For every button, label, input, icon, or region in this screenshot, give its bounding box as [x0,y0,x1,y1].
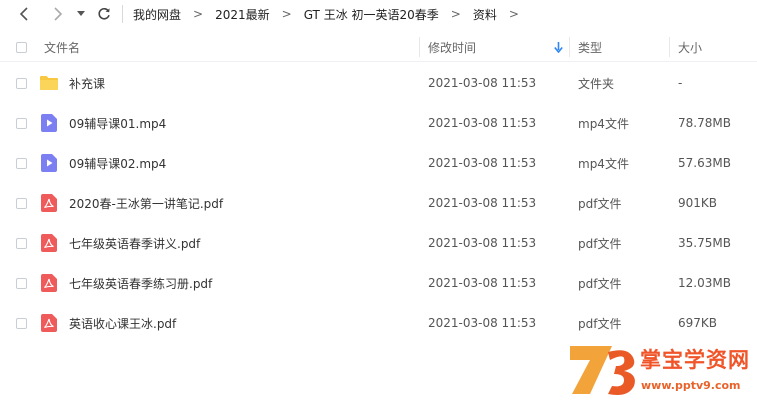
file-modified-time: 2021-03-08 11:53 [428,116,537,130]
breadcrumb-separator-icon: > [193,7,204,21]
caret-down-icon [77,11,85,16]
file-type: pdf文件 [578,196,622,211]
forward-button[interactable] [46,7,70,21]
file-type: mp4文件 [578,156,629,171]
select-all-checkbox[interactable] [16,33,27,61]
sort-descending-icon[interactable] [554,33,563,61]
column-header-modified-time[interactable]: 修改时间 [428,33,476,61]
breadcrumb-separator-icon: > [281,7,292,21]
file-name[interactable]: 09辅导课01.mp4 [69,103,166,143]
breadcrumb: 我的网盘 > 2021最新 > GT 王冰 初一英语20春季 > 资料 > [133,6,531,23]
pdf-file-icon [39,303,59,343]
navigation-bar: 我的网盘 > 2021最新 > GT 王冰 初一英语20春季 > 资料 > [0,0,757,28]
file-modified-time: 2021-03-08 11:53 [428,156,537,170]
file-list-header: 文件名 修改时间 类型 大小 [0,33,757,62]
video-file-icon [39,103,59,143]
nav-separator [122,5,123,23]
file-size: - [678,76,683,90]
pdf-file-icon [39,223,59,263]
refresh-button[interactable] [94,7,114,21]
file-type: pdf文件 [578,276,622,291]
file-type: mp4文件 [578,116,629,131]
file-size: 901KB [678,196,718,210]
row-checkbox[interactable] [16,103,27,143]
row-checkbox[interactable] [16,223,27,263]
video-file-icon [39,143,59,183]
history-dropdown-button[interactable] [74,11,88,17]
file-row[interactable]: 2020春-王冰第一讲笔记.pdf 2021-03-08 11:53 pdf文件… [0,183,757,223]
column-header-type[interactable]: 类型 [578,33,602,61]
file-row[interactable]: 英语收心课王冰.pdf 2021-03-08 11:53 pdf文件 697KB [0,303,757,343]
file-size: 697KB [678,316,718,330]
file-size: 12.03MB [678,276,731,290]
row-checkbox[interactable] [16,63,27,103]
file-row[interactable]: 七年级英语春季讲义.pdf 2021-03-08 11:53 pdf文件 35.… [0,223,757,263]
watermark-url: www.pptv9.com [641,379,741,392]
file-row[interactable]: 09辅导课01.mp4 2021-03-08 11:53 mp4文件 78.78… [0,103,757,143]
column-header-name[interactable]: 文件名 [44,33,80,61]
file-modified-time: 2021-03-08 11:53 [428,276,537,290]
column-divider[interactable] [569,37,570,57]
breadcrumb-separator-icon: > [450,7,461,21]
chevron-right-icon [54,7,63,21]
file-modified-time: 2021-03-08 11:53 [428,236,537,250]
file-name[interactable]: 2020春-王冰第一讲笔记.pdf [69,183,223,223]
file-name[interactable]: 七年级英语春季练习册.pdf [69,263,212,303]
back-button[interactable] [12,7,36,21]
file-row[interactable]: 七年级英语春季练习册.pdf 2021-03-08 11:53 pdf文件 12… [0,263,757,303]
column-header-size[interactable]: 大小 [678,33,702,61]
breadcrumb-item-materials[interactable]: 资料 [473,6,497,23]
file-type: 文件夹 [578,76,615,91]
row-checkbox[interactable] [16,263,27,303]
file-name[interactable]: 七年级英语春季讲义.pdf [69,223,200,263]
breadcrumb-item-course[interactable]: GT 王冰 初一英语20春季 [304,6,439,23]
file-size: 78.78MB [678,116,731,130]
pdf-file-icon [39,183,59,223]
breadcrumb-item-my-drive[interactable]: 我的网盘 [133,6,181,23]
file-modified-time: 2021-03-08 11:53 [428,76,537,90]
file-name[interactable]: 09辅导课02.mp4 [69,143,166,183]
file-modified-time: 2021-03-08 11:53 [428,196,537,210]
row-checkbox[interactable] [16,183,27,223]
file-size: 35.75MB [678,236,731,250]
file-name[interactable]: 补充课 [69,63,105,103]
chevron-left-icon [19,7,28,21]
file-row[interactable]: 补充课 2021-03-08 11:53 文件夹 - [0,63,757,103]
folder-icon [39,63,59,103]
file-modified-time: 2021-03-08 11:53 [428,316,537,330]
file-name[interactable]: 英语收心课王冰.pdf [69,303,176,343]
column-divider[interactable] [419,37,420,57]
column-divider[interactable] [669,37,670,57]
watermark-logo-text: 掌宝学资网 [640,348,750,372]
row-checkbox[interactable] [16,143,27,183]
pdf-file-icon [39,263,59,303]
file-type: pdf文件 [578,316,622,331]
row-checkbox[interactable] [16,303,27,343]
breadcrumb-item-2021-latest[interactable]: 2021最新 [215,6,270,23]
file-type: pdf文件 [578,236,622,251]
breadcrumb-separator-icon: > [508,7,519,21]
file-size: 57.63MB [678,156,731,170]
refresh-icon [98,7,110,20]
file-row[interactable]: 09辅导课02.mp4 2021-03-08 11:53 mp4文件 57.63… [0,143,757,183]
